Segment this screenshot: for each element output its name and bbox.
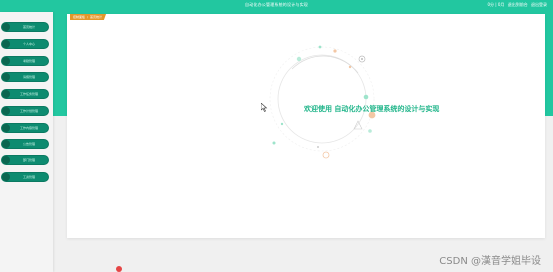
sidebar: 首页统计 个人中心 考勤管理 请假管理 工作任务管理 工作计划管理 工作内容管理…	[0, 12, 53, 272]
sidebar-item-label: 部门管理	[22, 157, 35, 162]
menu-bullet-icon	[2, 90, 10, 98]
menu-bullet-icon	[2, 124, 10, 132]
sidebar-item-label: 工作计划管理	[19, 108, 38, 113]
sidebar-item-departments[interactable]: 部门管理	[2, 156, 48, 164]
sidebar-item-home-stats[interactable]: 首页统计	[2, 23, 48, 31]
front-link[interactable]: 退出到前台	[508, 2, 528, 7]
sidebar-item-label: 公告管理	[22, 141, 35, 146]
menu-bullet-icon	[2, 107, 10, 115]
breadcrumb-separator: /	[87, 15, 89, 19]
menu-bullet-icon	[2, 173, 10, 181]
welcome-decoration-graphic	[269, 45, 376, 159]
sidebar-item-label: 工资管理	[22, 174, 35, 179]
sidebar-item-leave[interactable]: 请假管理	[2, 73, 48, 81]
menu-bullet-icon	[2, 40, 10, 48]
menu-bullet-icon	[2, 73, 10, 81]
welcome-message: 欢迎使用 自动化办公管理系统的设计与实现	[304, 105, 440, 113]
menu-bullet-icon	[2, 23, 10, 31]
sidebar-item-work-content[interactable]: 工作内容管理	[2, 124, 48, 132]
sidebar-item-profile[interactable]: 个人中心	[2, 40, 48, 48]
breadcrumb-item-dashboard[interactable]: 控制面板	[73, 15, 85, 19]
watermark: CSDN @漢音学姐毕设	[439, 256, 541, 267]
sidebar-item-label: 考勤管理	[22, 58, 35, 63]
menu-bullet-icon	[2, 57, 10, 65]
sidebar-item-label: 工作内容管理	[19, 125, 38, 130]
sidebar-item-notices[interactable]: 公告管理	[2, 140, 48, 148]
mouse-cursor-icon	[261, 103, 268, 112]
app-title: 自动化办公管理系统的设计与实现	[245, 2, 308, 7]
menu-bullet-icon	[2, 140, 10, 148]
menu-bullet-icon	[2, 156, 10, 164]
main-panel: 控制面板 / 首页统计 欢迎使用 自动化办公管理系统的设计与实现	[67, 14, 545, 238]
sidebar-item-tasks[interactable]: 工作任务管理	[2, 90, 48, 98]
sidebar-item-label: 工作任务管理	[19, 91, 38, 96]
user-info[interactable]: 0分 | 0月	[487, 2, 504, 7]
top-bar: 自动化办公管理系统的设计与实现 0分 | 0月 退出到前台 退出登录	[0, 0, 553, 12]
sidebar-item-label: 首页统计	[22, 24, 35, 29]
sidebar-item-label: 个人中心	[22, 41, 35, 46]
user-links: 0分 | 0月 退出到前台 退出登录	[485, 2, 547, 8]
sidebar-item-plans[interactable]: 工作计划管理	[2, 107, 48, 115]
sidebar-item-salary[interactable]: 工资管理	[2, 173, 48, 181]
logout-link[interactable]: 退出登录	[531, 2, 547, 7]
breadcrumb: 控制面板 / 首页统计	[70, 14, 107, 20]
notification-dot	[116, 266, 122, 272]
sidebar-item-attendance[interactable]: 考勤管理	[2, 57, 48, 65]
breadcrumb-item-current: 首页统计	[90, 15, 103, 19]
sidebar-item-label: 请假管理	[22, 74, 35, 79]
